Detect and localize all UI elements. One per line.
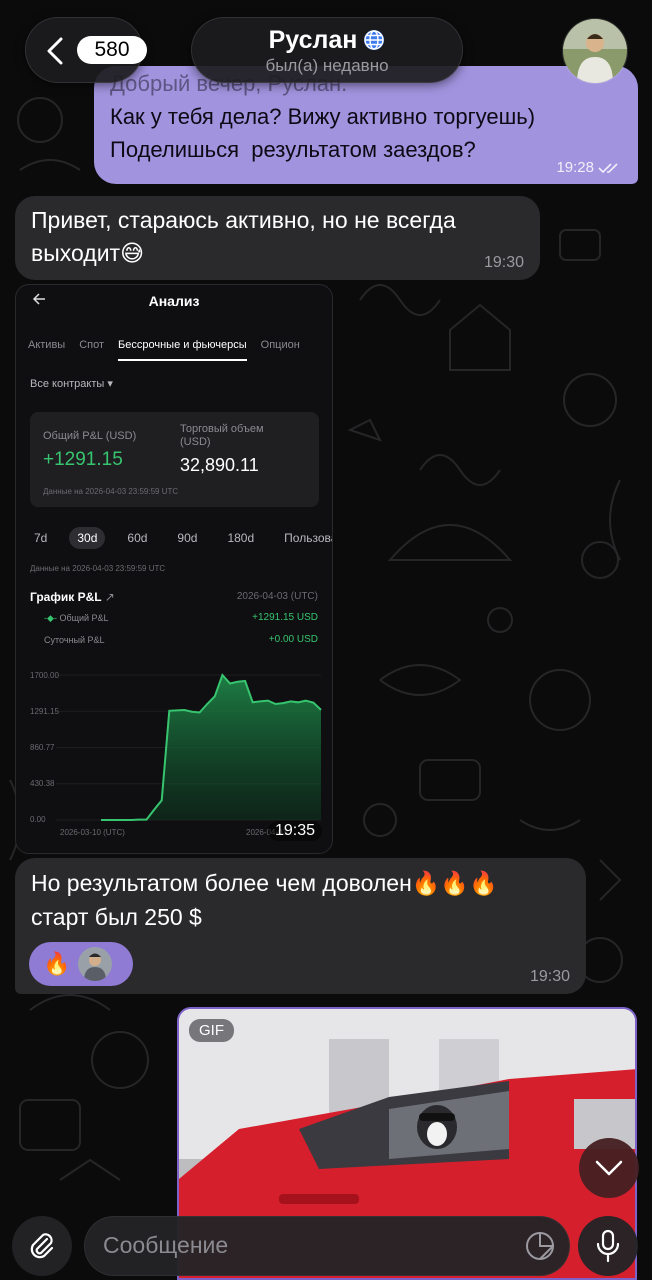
y-tick-label: 1291.15 <box>30 707 59 716</box>
globe-icon <box>363 29 385 58</box>
chart-y-ticks: 1700.00 1291.15 860.77 430.38 0.00 <box>30 671 59 824</box>
back-button[interactable]: 580 <box>25 17 147 83</box>
message-input[interactable]: Сообщение <box>84 1216 570 1276</box>
message-line: выходит😅 <box>31 240 145 266</box>
contact-name: Руслан <box>268 26 358 54</box>
period-option: Пользовате. <box>284 531 332 545</box>
x-tick-label: 2026-03-10 (UTC) <box>60 828 125 837</box>
pnl-chart: 1700.00 1291.15 860.77 430.38 0.00 2026-… <box>30 671 322 837</box>
microphone-icon <box>596 1229 620 1263</box>
contact-status: был(а) недавно <box>265 56 389 75</box>
chat-header-title[interactable]: Руслан был(а) недавно <box>191 17 463 83</box>
contact-avatar[interactable] <box>562 18 628 84</box>
screenshot-tab: Активы <box>28 339 66 351</box>
y-tick-label: 430.38 <box>30 779 55 788</box>
period-selector: 7d 30d 60d 90d 180d Пользовате. <box>26 527 332 549</box>
screenshot-tab: Опцион <box>260 339 300 351</box>
caret-down-icon: ▾ <box>107 378 113 390</box>
legend-marker-icon: -◆- <box>44 613 57 623</box>
pnl-label: Общий P&L (USD) <box>43 430 137 442</box>
period-option-active: 30d <box>69 527 106 549</box>
reaction-chip[interactable]: 🔥 <box>29 942 133 986</box>
gif-label: GIF <box>189 1019 234 1042</box>
message-line: Как у тебя дела? Вижу активно торгуешь) <box>110 104 536 129</box>
double-check-icon <box>598 162 618 173</box>
incoming-message[interactable]: Но результатом более чем доволен🔥🔥🔥 стар… <box>15 858 586 994</box>
paperclip-icon <box>30 1233 54 1259</box>
unread-count-badge: 580 <box>77 36 147 64</box>
image-message[interactable]: Анализ Активы Спот Бессрочные и фьючерсы… <box>15 284 333 854</box>
scroll-down-button[interactable] <box>579 1138 639 1198</box>
message-time: 19:28 <box>556 159 594 176</box>
message-line: старт был 250 $ <box>31 904 202 930</box>
period-option: 60d <box>127 531 148 545</box>
volume-value: 32,890.11 <box>180 455 259 475</box>
reaction-emoji: 🔥 <box>43 951 71 976</box>
pnl-value: +1291.15 <box>43 449 123 470</box>
contact-name-row: Руслан <box>192 26 462 58</box>
legend-total: -◆- Общий P&L <box>44 613 109 624</box>
legend-total-label: Общий P&L <box>59 613 109 623</box>
y-tick-label: 1700.00 <box>30 671 59 680</box>
message-line: Привет, стараюсь активно, но не всегда <box>31 207 456 233</box>
legend-total-value: +1291.15 USD <box>252 612 318 623</box>
chevron-left-icon <box>47 37 63 65</box>
legend-daily-value: +0.00 USD <box>268 634 318 645</box>
filter-label: Все контракты <box>30 378 105 390</box>
reactor-avatar <box>78 947 113 981</box>
attach-button[interactable] <box>12 1216 72 1276</box>
data-timestamp: Данные на 2026-04-03 23:59:59 UTC <box>43 487 179 496</box>
screenshot-filter: Все контракты ▾ <box>30 377 113 390</box>
period-option: 180d <box>227 531 255 545</box>
voice-message-button[interactable] <box>578 1216 638 1276</box>
period-option: 90d <box>177 531 198 545</box>
message-input-placeholder: Сообщение <box>103 1232 229 1258</box>
y-tick-label: 0.00 <box>30 815 46 824</box>
chevron-down-icon <box>595 1160 623 1176</box>
outgoing-message[interactable]: Добрый вечер, Руслан. Как у тебя дела? В… <box>94 66 638 184</box>
message-line: Но результатом более чем доволен🔥🔥🔥 <box>31 870 498 896</box>
message-time: 19:30 <box>529 968 570 985</box>
volume-label: Торговый объем (USD) <box>180 423 264 448</box>
chart-title: График P&L ↗ <box>30 590 115 604</box>
legend-daily: Суточный P&L <box>44 635 105 645</box>
message-time-row: 19:28 <box>556 159 620 176</box>
chart-title-text: График P&L <box>30 590 102 604</box>
pnl-card: Общий P&L (USD) +1291.15 Торговый объем … <box>30 412 319 507</box>
share-icon: ↗ <box>104 590 115 604</box>
data-timestamp: Данные на 2026-04-03 23:59:59 UTC <box>30 564 166 573</box>
screenshot-tab-active: Бессрочные и фьючерсы <box>118 339 247 361</box>
chart-date: 2026-04-03 (UTC) <box>236 591 318 602</box>
y-tick-label: 860.77 <box>30 743 55 752</box>
message-line: Поделишься результатом заездов? <box>110 137 476 162</box>
incoming-message[interactable]: Привет, стараюсь активно, но не всегда в… <box>15 196 540 280</box>
period-option: 7d <box>34 531 48 545</box>
message-time: 19:30 <box>483 254 524 271</box>
screenshot-title: Анализ <box>148 293 200 309</box>
sticker-icon[interactable] <box>525 1231 555 1266</box>
message-time: 19:35 <box>267 821 322 841</box>
screenshot-tabs: Активы Спот Бессрочные и фьючерсы Опцион <box>28 339 332 361</box>
screenshot-tab: Спот <box>79 339 105 351</box>
